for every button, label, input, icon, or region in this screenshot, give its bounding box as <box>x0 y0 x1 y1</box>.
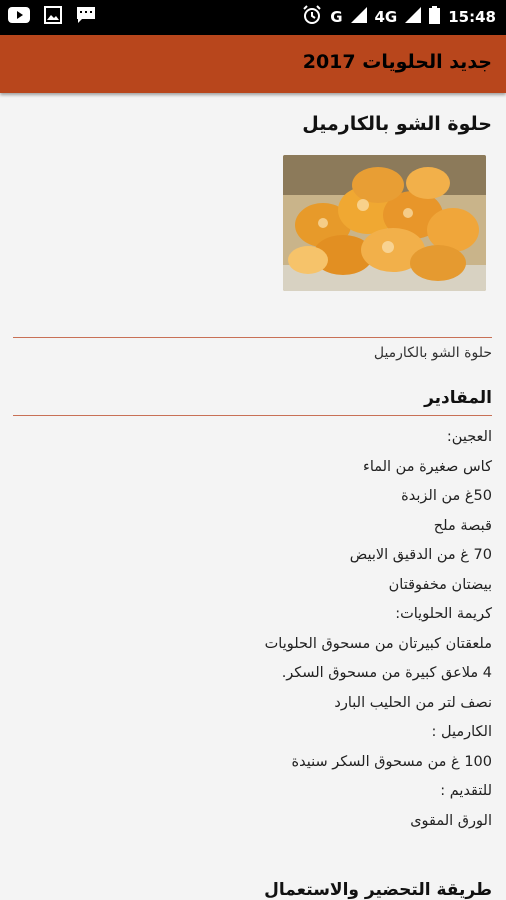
list-item: للتقديم : <box>440 783 492 799</box>
carrier-letter: G <box>330 8 343 26</box>
list-item: الورق المقوى <box>410 812 492 829</box>
article-subtitle: حلوة الشو بالكارميل <box>373 345 492 361</box>
list-item: ملعقتان كبيرتان من مسحوق الحلويات <box>264 635 492 652</box>
signal-icon <box>350 7 367 27</box>
article-image[interactable] <box>283 155 486 291</box>
list-item: 4 ملاعق كبيرة من مسحوق السكر. <box>281 665 492 681</box>
method-heading: طريقة التحضير والاستعمال <box>264 880 492 900</box>
list-item: العجين: <box>446 429 492 445</box>
status-bar: G 4G 15:48 <box>0 0 506 35</box>
list-item: 50غ من الزبدة <box>401 488 492 504</box>
signal-icon <box>405 7 422 27</box>
article-title: حلوة الشو بالكارميل <box>302 113 492 135</box>
list-item: كاس صغيرة من الماء <box>363 458 492 475</box>
ingredients-heading: المقادير <box>424 388 492 408</box>
status-bar-notifications <box>8 6 96 28</box>
caramel-pastries-photo <box>283 155 486 291</box>
list-item: بيضتان مخفوقتان <box>388 576 492 593</box>
divider <box>13 415 492 416</box>
alarm-icon <box>302 5 322 29</box>
article-content[interactable]: حلوة الشو بالكارميل حلوة الشو بالكارميل … <box>0 93 506 900</box>
network-type: 4G <box>374 8 398 26</box>
list-item: 100 غ من مسحوق السكر سنيدة <box>291 753 493 770</box>
status-bar-system: G 4G 15:48 <box>302 5 496 29</box>
image-icon <box>44 6 62 28</box>
ingredients-list: العجين: كاس صغيرة من الماء 50غ من الزبدة… <box>12 423 492 836</box>
list-item: كريمة الحلويات: <box>395 606 492 622</box>
divider <box>13 337 492 338</box>
youtube-icon <box>8 6 30 28</box>
list-item: 70 غ من الدقيق الابيض <box>349 547 492 563</box>
list-item: نصف لتر من الحليب البارد <box>334 694 492 711</box>
clock: 15:48 <box>448 8 496 26</box>
app-bar: جديد الحلويات 2017 <box>0 35 506 93</box>
message-icon <box>76 6 96 28</box>
list-item: الكارميل : <box>431 724 493 740</box>
list-item: قبصة ملح <box>433 517 492 534</box>
app-title: جديد الحلويات 2017 <box>302 51 492 73</box>
battery-icon <box>429 6 441 28</box>
